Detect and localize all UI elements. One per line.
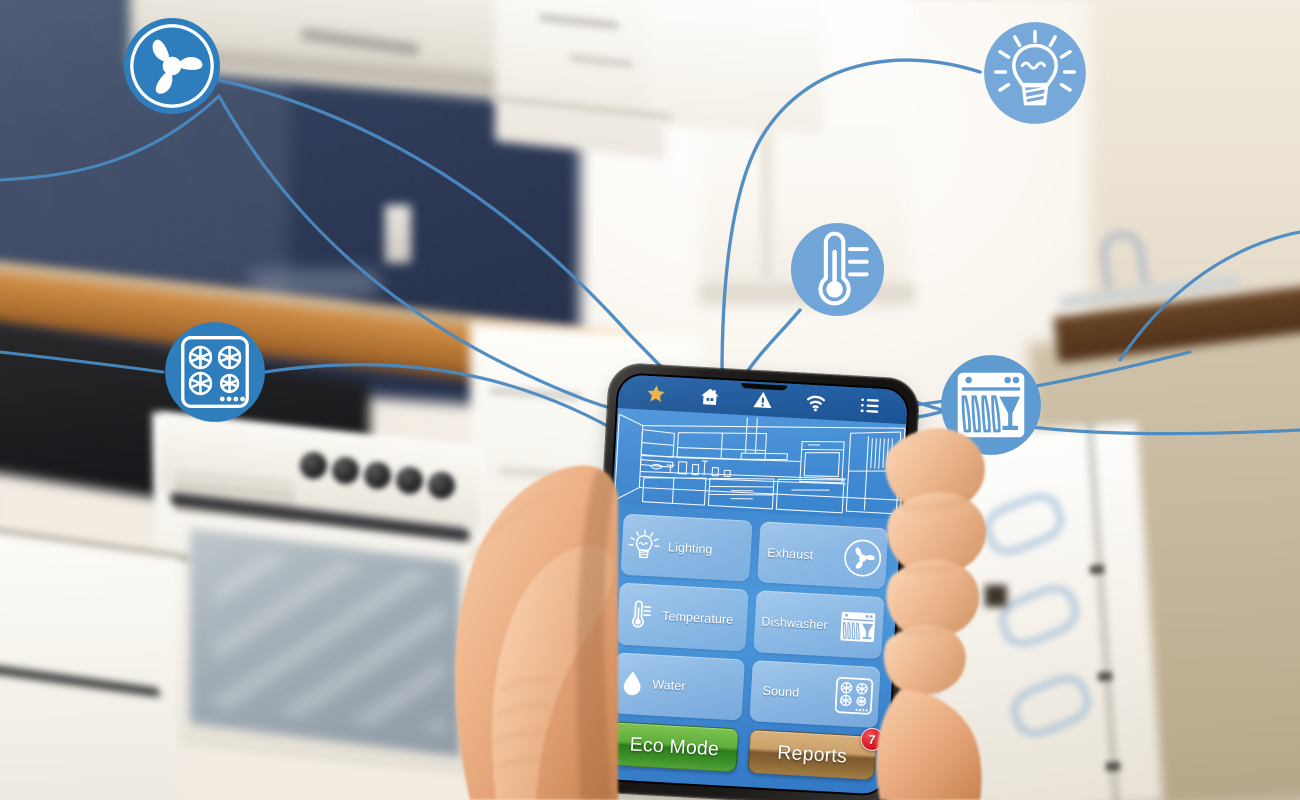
bg-oven-knob [396, 467, 423, 494]
cooktop-icon [165, 322, 265, 422]
bg-socket [985, 585, 1007, 607]
node-exhaust-fan[interactable] [123, 17, 221, 115]
bg-cabinet-knob [1105, 761, 1121, 772]
node-lighting[interactable] [982, 20, 1088, 126]
bg-oven-knob [332, 457, 359, 484]
tile-lighting[interactable]: Lighting [620, 513, 753, 583]
kitchen-blueprint-view[interactable] [612, 408, 907, 521]
cooktop-icon [828, 674, 880, 719]
tile-label: Lighting [667, 539, 713, 557]
tile-label: Dishwasher [761, 614, 829, 633]
bg-lower-drawer [0, 529, 180, 800]
thermometer-icon [617, 595, 661, 635]
tile-label: Temperature [661, 608, 734, 627]
tile-temperature[interactable]: Temperature [616, 582, 749, 652]
fan-icon [838, 536, 888, 579]
tile-label: Sound [762, 684, 800, 701]
alert-warning-icon[interactable] [752, 388, 774, 410]
phone-bezel: Lighting Exhaust Temperature Dishwasher … [594, 372, 911, 797]
favorites-star-icon[interactable] [645, 382, 667, 404]
bg-oven-glass-reflection [215, 545, 445, 735]
bg-upper-cabinet [648, 0, 823, 135]
reports-notification-badge: 7 [859, 727, 885, 752]
eco-mode-label: Eco Mode [629, 732, 720, 760]
thermometer-icon [790, 222, 885, 317]
tile-label: Exhaust [766, 545, 814, 562]
tile-sound[interactable]: Sound [748, 659, 881, 729]
bg-wall-outlet [385, 205, 411, 263]
phone-screen: Lighting Exhaust Temperature Dishwasher … [596, 374, 909, 795]
node-cooktop[interactable] [163, 320, 267, 424]
dishwasher-icon [832, 606, 884, 649]
reports-label: Reports [776, 741, 848, 767]
bg-oven-knob [364, 462, 391, 489]
tile-dishwasher[interactable]: Dishwasher [752, 590, 885, 659]
tile-exhaust[interactable]: Exhaust [756, 521, 889, 590]
fan-icon [123, 17, 221, 115]
device-tile-grid: Lighting Exhaust Temperature Dishwasher … [600, 504, 900, 733]
node-dishwasher[interactable] [939, 353, 1043, 457]
bg-cabinet-knob [1097, 671, 1113, 682]
lightbulb-icon [984, 22, 1086, 124]
dishwasher-icon [941, 355, 1041, 455]
waterdrop-icon [613, 663, 651, 705]
bg-oven-knob [300, 452, 327, 479]
wifi-icon[interactable] [805, 391, 827, 413]
eco-mode-button[interactable]: Eco Mode [609, 721, 739, 773]
bg-oven-knob [428, 472, 455, 499]
kitchen-line-art [614, 413, 906, 517]
bg-cabinet-knob [1089, 564, 1105, 575]
smartphone[interactable]: Lighting Exhaust Temperature Dishwasher … [586, 362, 920, 800]
home-icon[interactable] [699, 385, 721, 407]
menu-list-icon[interactable] [858, 394, 880, 416]
tile-label: Water [651, 677, 687, 694]
lightbulb-icon [621, 526, 667, 564]
reports-button[interactable]: Reports 7 [747, 727, 885, 781]
node-temperature[interactable] [789, 221, 886, 318]
tile-water[interactable]: Water [612, 652, 745, 721]
